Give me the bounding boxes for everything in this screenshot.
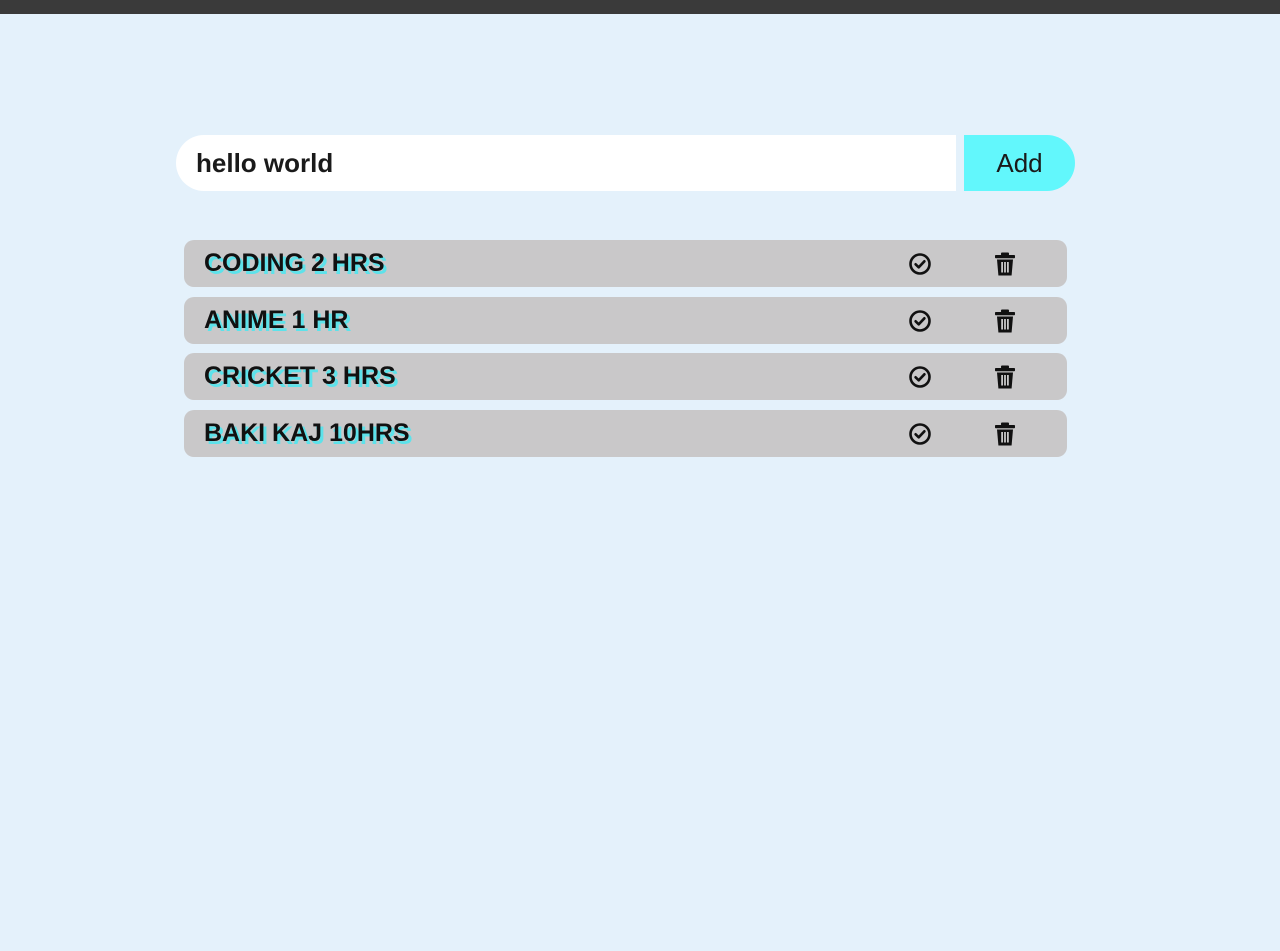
task-text: ANIME 1 HR [204,305,349,334]
trash-icon[interactable] [992,251,1018,277]
task-entry-form: Add [176,135,1075,191]
check-circle-icon[interactable] [907,308,933,334]
trash-icon[interactable] [992,421,1018,447]
task-item: CODING 2 HRS [184,240,1067,287]
browser-top-strip [0,0,1280,14]
check-circle-icon[interactable] [907,421,933,447]
task-list: CODING 2 HRS ANIME 1 HR CRICKET 3 HRS BA… [184,240,1067,466]
trash-icon[interactable] [992,364,1018,390]
task-text: BAKI KAJ 10HRS [204,418,410,447]
check-circle-icon[interactable] [907,251,933,277]
task-item: ANIME 1 HR [184,296,1067,344]
task-text: CRICKET 3 HRS [204,362,396,390]
task-item: CRICKET 3 HRS [184,353,1067,400]
check-circle-icon[interactable] [907,364,933,390]
task-item: BAKI KAJ 10HRS [184,409,1067,457]
task-input[interactable] [176,135,956,191]
task-text: CODING 2 HRS [204,249,385,277]
input-gap [956,135,964,191]
add-button[interactable]: Add [964,135,1075,191]
trash-icon[interactable] [992,308,1018,334]
